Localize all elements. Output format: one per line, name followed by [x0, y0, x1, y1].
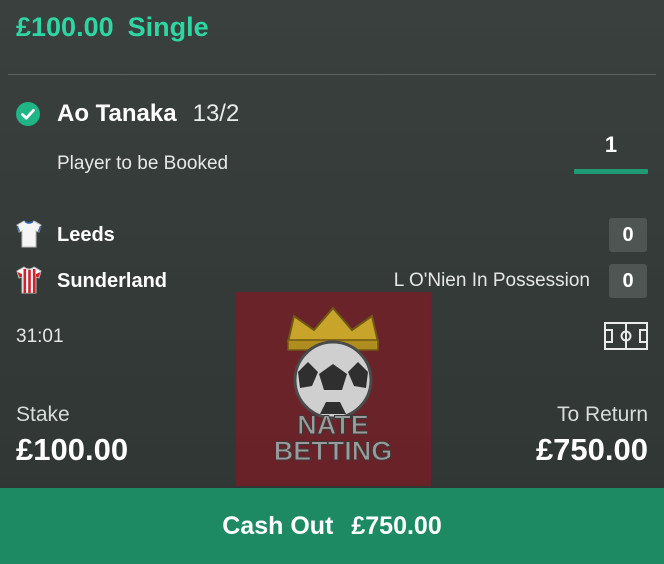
stake-label: Stake — [16, 403, 70, 426]
header-divider — [8, 74, 656, 75]
away-team-name: Sunderland — [57, 270, 168, 292]
booking-count: 1 — [604, 132, 618, 157]
to-return-label: To Return — [556, 403, 648, 426]
bet-header: £100.00 Single — [16, 12, 209, 43]
possession-status: L O'Nien In Possession — [393, 270, 590, 291]
check-circle-icon — [16, 102, 40, 126]
bet-type: Single — [127, 12, 209, 42]
cash-out-button[interactable]: Cash Out £750.00 — [0, 488, 664, 564]
watermark-logo: NATE BETTING — [236, 292, 431, 486]
booking-progress-bar — [574, 169, 648, 174]
away-score: 0 — [609, 264, 647, 298]
selection-odds: 13/2 — [192, 100, 240, 127]
to-return-value: £750.00 — [535, 432, 648, 467]
cash-out-value: £750.00 — [351, 511, 442, 540]
home-team-name: Leeds — [57, 224, 115, 246]
stake-value: £100.00 — [16, 432, 129, 467]
player-name: Ao Tanaka — [57, 100, 177, 127]
home-score: 0 — [609, 218, 647, 252]
pitch-icon[interactable] — [604, 322, 648, 350]
selection-title: Ao Tanaka 13/2 — [57, 100, 239, 128]
white-shirt-icon — [16, 220, 42, 248]
red-white-striped-shirt-icon — [16, 266, 42, 294]
match-clock: 31:01 — [16, 326, 64, 347]
market-name: Player to be Booked — [57, 153, 229, 174]
watermark-line2: BETTING — [274, 436, 393, 466]
cash-out-label: Cash Out — [222, 511, 334, 540]
bet-amount: £100.00 — [16, 12, 114, 42]
